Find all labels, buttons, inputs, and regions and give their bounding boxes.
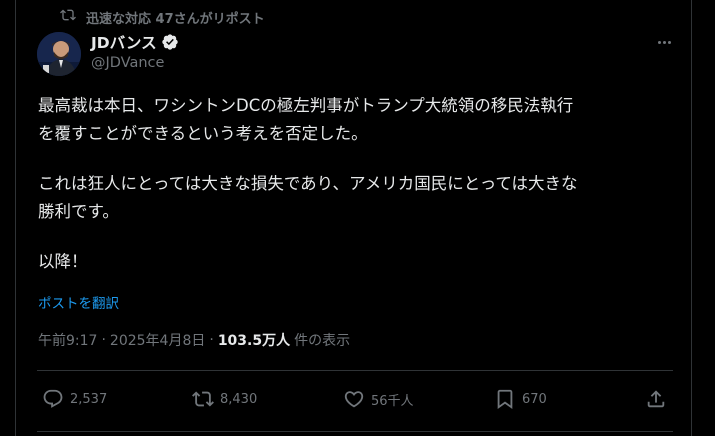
meta-separator: · (101, 332, 106, 348)
post-text: 最高裁は本日、ワシントンDCの極左判事がトランプ大統領の移民法執行 を覆すことが… (38, 92, 678, 276)
avatar[interactable] (37, 32, 81, 76)
post-time[interactable]: 午前9:17 (38, 330, 97, 350)
divider (37, 431, 673, 432)
like-button[interactable]: 56千人 (343, 386, 414, 412)
bookmark-count: 670 (522, 391, 547, 407)
like-count: 56千人 (371, 393, 414, 409)
author-row[interactable]: JDバンス (91, 31, 179, 53)
post-meta: 午前9:17 · 2025年4月8日 · 103.5万人 件の表示 (38, 330, 350, 350)
post-line: 最高裁は本日、ワシントンDCの極左判事がトランプ大統領の移民法執行 (38, 96, 574, 115)
post-line: 勝利です。 (38, 202, 119, 221)
divider (37, 370, 673, 371)
bookmark-button[interactable]: 670 (494, 386, 547, 412)
view-count-suffix: 件の表示 (294, 333, 351, 349)
repost-banner[interactable]: 迅速な対応 47さんがリポスト (60, 7, 265, 27)
post-line: 以降！ (38, 252, 88, 271)
repost-count: 8,430 (220, 391, 258, 407)
verified-badge-icon[interactable] (161, 33, 179, 51)
heart-icon (343, 388, 365, 410)
share-icon (645, 388, 667, 410)
repost-button[interactable]: 8,430 (192, 386, 257, 412)
author-handle[interactable]: @JDVance (91, 55, 164, 71)
more-options-icon[interactable] (652, 33, 676, 51)
post-line: を覆すことができるという考えを否定した。 (38, 124, 368, 143)
translate-post-link[interactable]: ポストを翻訳 (38, 292, 119, 312)
bookmark-icon (494, 388, 516, 410)
reply-button[interactable]: 2,537 (42, 386, 107, 412)
post-line: これは狂人にとっては大きな損失であり、アメリカ国民にとっては大きな (38, 174, 578, 193)
share-button[interactable] (645, 386, 667, 412)
action-bar: 2,537 8,430 56千人 670 (38, 386, 678, 412)
timeline-border-right (691, 0, 692, 436)
post-date[interactable]: 2025年4月8日 (110, 330, 205, 350)
reply-count: 2,537 (70, 391, 108, 407)
repost-icon (60, 7, 76, 27)
meta-separator: · (209, 332, 214, 348)
author-display-name[interactable]: JDバンス (91, 31, 157, 53)
post-frame: 迅速な対応 47さんがリポスト JDバンス @JDVance 最高裁は本日、ワシ… (0, 0, 715, 436)
view-count[interactable]: 103.5万人 (218, 330, 290, 350)
reply-icon (42, 388, 64, 410)
timeline-border-left (15, 0, 16, 436)
repost-icon (192, 388, 214, 410)
repost-banner-text: 迅速な対応 47さんがリポスト (86, 11, 265, 27)
